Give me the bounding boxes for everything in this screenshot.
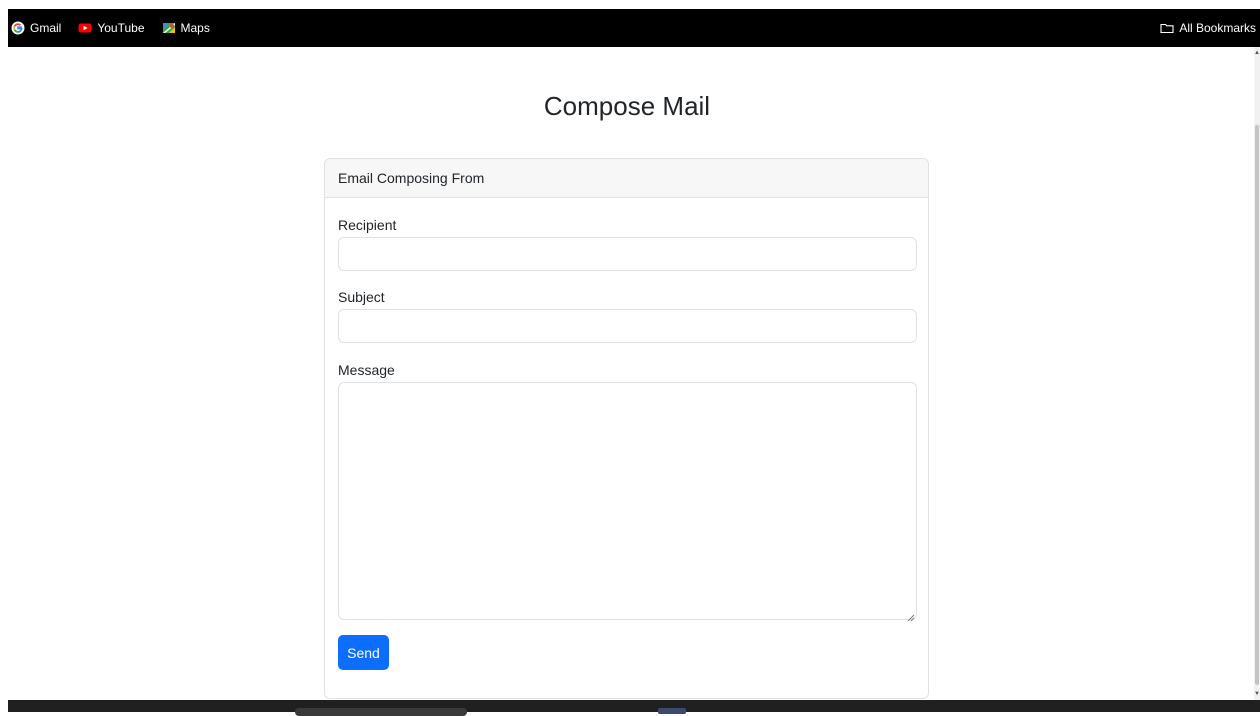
left-gutter [0, 47, 8, 700]
folder-icon [1160, 21, 1174, 35]
card-header: Email Composing From [325, 159, 928, 198]
bookmark-youtube[interactable]: YouTube [78, 21, 145, 35]
message-label: Message [338, 362, 395, 378]
message-wrapper [325, 382, 930, 622]
resize-handle-icon[interactable] [907, 609, 915, 622]
taskbar-app-icon[interactable] [658, 708, 686, 714]
subject-label: Subject [338, 289, 385, 305]
bookmark-maps[interactable]: Maps [162, 21, 210, 35]
scroll-up-icon[interactable]: ▲ [1254, 49, 1260, 57]
recipient-input[interactable] [338, 237, 917, 271]
taskbar-search-box[interactable] [295, 708, 467, 716]
all-bookmarks-button[interactable]: All Bookmarks [1160, 9, 1256, 47]
os-taskbar [8, 700, 1260, 716]
subject-input[interactable] [338, 309, 917, 343]
google-icon [11, 21, 25, 35]
bookmark-gmail[interactable]: Gmail [11, 21, 61, 35]
recipient-label: Recipient [338, 217, 397, 233]
youtube-icon [78, 21, 92, 35]
all-bookmarks-label: All Bookmarks [1179, 21, 1256, 35]
send-button[interactable]: Send [338, 635, 389, 670]
bookmark-label: Maps [180, 21, 210, 35]
bookmark-label: YouTube [97, 21, 145, 35]
bookmark-label: Gmail [30, 21, 62, 35]
maps-icon [162, 21, 176, 35]
message-textarea[interactable] [338, 382, 917, 620]
window-top-edge [0, 0, 1260, 9]
vertical-scrollbar[interactable]: ▲ ▼ [1254, 47, 1260, 700]
scrollbar-thumb[interactable] [1255, 125, 1259, 685]
browser-window: Gmail YouTube Maps All Bookmarks ▲ ▼ Com… [0, 0, 1260, 716]
scroll-down-icon[interactable]: ▼ [1254, 690, 1260, 698]
compose-form-card: Email Composing From Recipient Subject M… [324, 158, 929, 699]
bookmarks-bar: Gmail YouTube Maps All Bookmarks [8, 9, 1260, 47]
page-title: Compose Mail [543, 91, 711, 122]
